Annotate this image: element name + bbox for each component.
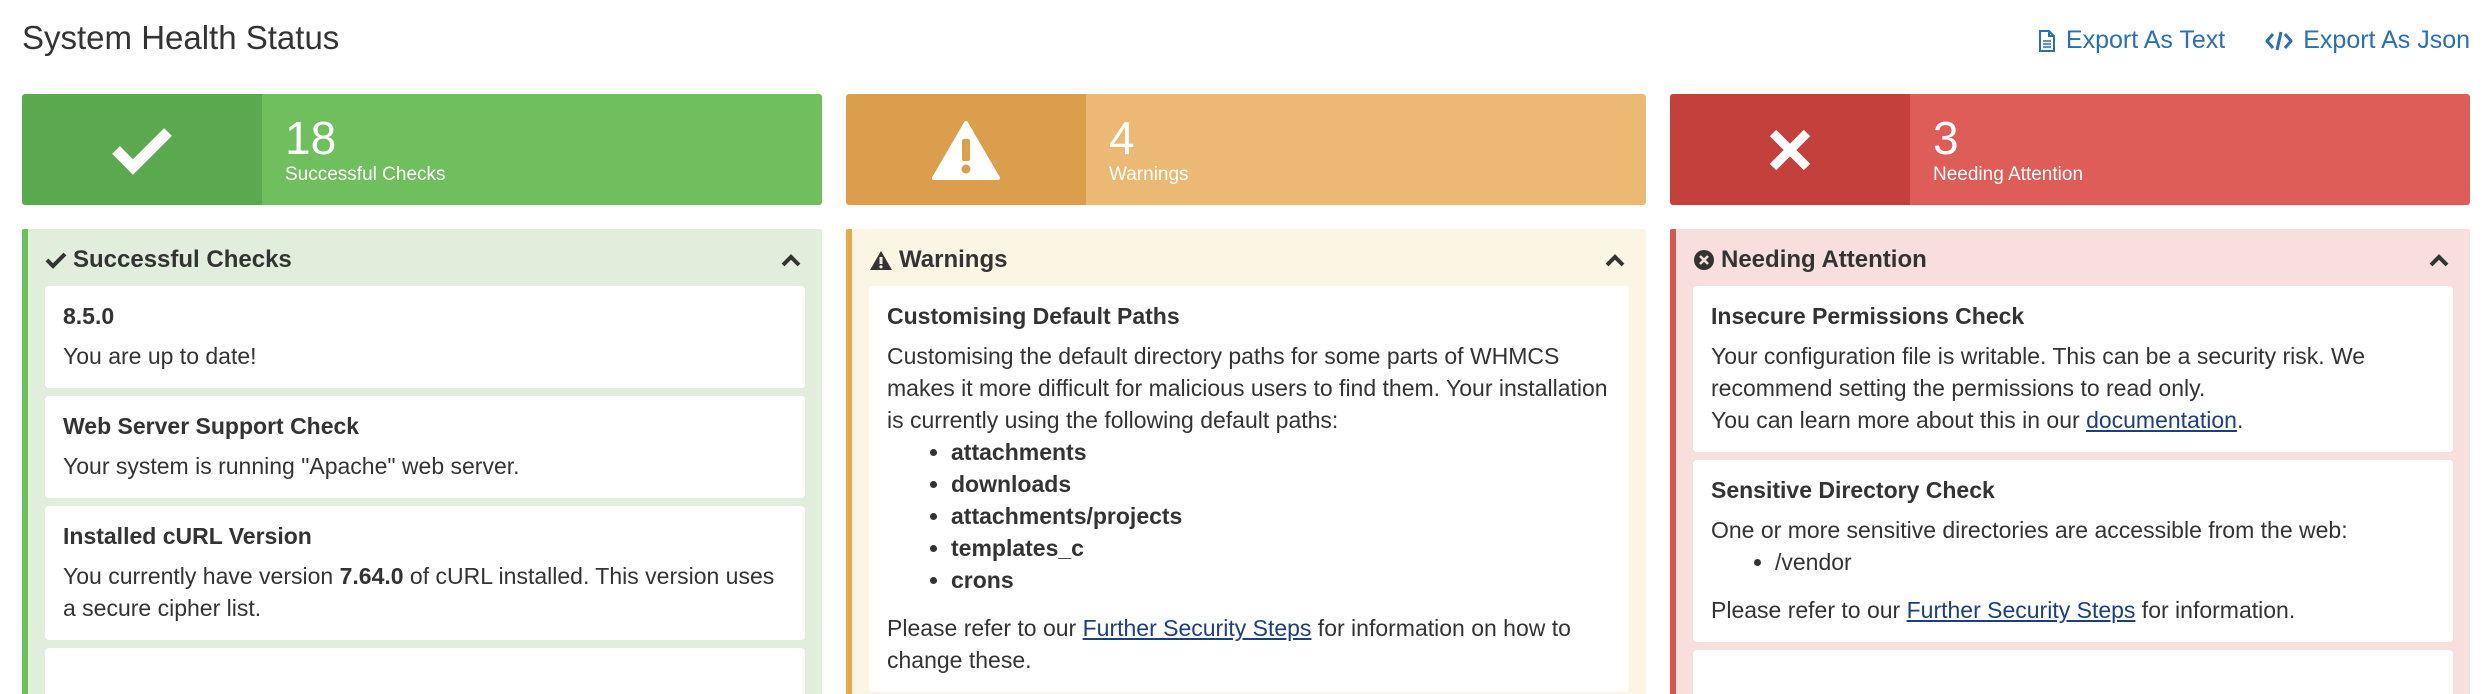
page-header: System Health Status Export As Text Expo… [22,0,2470,80]
successful-count: 18 [285,112,337,164]
check-item [45,648,805,694]
needing-attention-count: 3 [1933,112,1959,164]
page-title: System Health Status [22,19,340,56]
chevron-up-icon[interactable] [2429,253,2449,267]
check-title: Sensitive Directory Check [1711,477,1995,503]
list-item: templates_c [951,532,1611,564]
list-item: crons [951,564,1611,596]
check-description: You currently have version 7.64.0 of cUR… [63,563,775,621]
check-item [1693,650,2453,694]
further-security-steps-link[interactable]: Further Security Steps [1907,597,2136,623]
curl-version: 7.64.0 [339,563,404,589]
export-as-json-label: Export As Json [2303,26,2470,54]
panel-header: Successful Checks [45,245,805,275]
successful-checks-panel: Successful Checks 8.5.0 You are up to da… [22,229,822,694]
check-icon [45,251,67,269]
list-item: attachments/projects [951,500,1611,532]
check-item: Insecure Permissions Check Your configur… [1693,286,2453,452]
check-item: Installed cURL Version You currently hav… [45,506,805,640]
check-description: Your configuration file is writable. Thi… [1711,343,2366,401]
check-title: 8.5.0 [63,303,115,329]
close-x-icon [1670,94,1910,205]
code-icon [2265,30,2293,52]
chevron-up-icon[interactable] [781,253,801,267]
successful-label: Successful Checks [285,164,446,185]
panel-title: Warnings [899,246,1008,273]
successful-checks-stat: 18 Successful Checks [22,94,822,205]
check-description: Customising the default directory paths … [887,343,1608,433]
export-as-text-link[interactable]: Export As Text [2038,26,2225,55]
summary-stats: 18 Successful Checks 4 Warnings 3 Needin… [22,94,2470,205]
warnings-count: 4 [1109,112,1135,164]
export-as-json-link[interactable]: Export As Json [2265,26,2470,55]
export-as-text-label: Export As Text [2065,26,2226,54]
export-actions: Export As Text Export As Json [2038,26,2470,55]
panel-title: Successful Checks [73,246,292,273]
default-paths-list: attachments downloads attachments/projec… [951,436,1611,596]
panel-title: Needing Attention [1721,246,1927,273]
check-more-info: You can learn more about this in our doc… [1711,407,2244,433]
panel-header: Needing Attention [1693,245,2453,275]
check-item: 8.5.0 You are up to date! [45,286,805,388]
chevron-up-icon[interactable] [1605,253,1625,267]
sensitive-directories-list: /vendor [1775,546,2435,578]
check-description: One or more sensitive directories are ac… [1711,517,2348,543]
file-text-icon [2038,29,2056,52]
check-description: Your system is running "Apache" web serv… [63,453,520,479]
check-item: Sensitive Directory Check One or more se… [1693,460,2453,642]
times-circle-icon [1693,249,1715,271]
needing-attention-panel: Needing Attention Insecure Permissions C… [1670,229,2470,694]
needing-attention-stat: 3 Needing Attention [1670,94,2470,205]
check-title: Web Server Support Check [63,413,360,439]
checkmark-icon [22,94,262,205]
further-security-steps-link[interactable]: Further Security Steps [1083,615,1312,641]
check-item: Web Server Support Check Your system is … [45,396,805,498]
check-footer: Please refer to our Further Security Ste… [1711,597,2296,623]
check-item: Customising Default Paths Customising th… [869,286,1629,692]
needing-attention-label: Needing Attention [1933,164,2084,185]
list-item: /vendor [1775,546,2435,578]
check-title: Insecure Permissions Check [1711,303,2025,329]
warning-triangle-icon [846,94,1086,205]
warning-icon [869,250,893,271]
check-title: Installed cURL Version [63,523,312,549]
list-item: downloads [951,468,1611,500]
warnings-label: Warnings [1109,164,1189,185]
check-panels: Successful Checks 8.5.0 You are up to da… [22,229,2470,694]
check-footer: Please refer to our Further Security Ste… [887,615,1571,673]
warnings-panel: Warnings Customising Default Paths Custo… [846,229,1646,694]
check-title: Customising Default Paths [887,303,1180,329]
check-description: You are up to date! [63,343,257,369]
documentation-link[interactable]: documentation [2086,407,2237,433]
warnings-stat: 4 Warnings [846,94,1646,205]
panel-header: Warnings [869,245,1629,275]
list-item: attachments [951,436,1611,468]
